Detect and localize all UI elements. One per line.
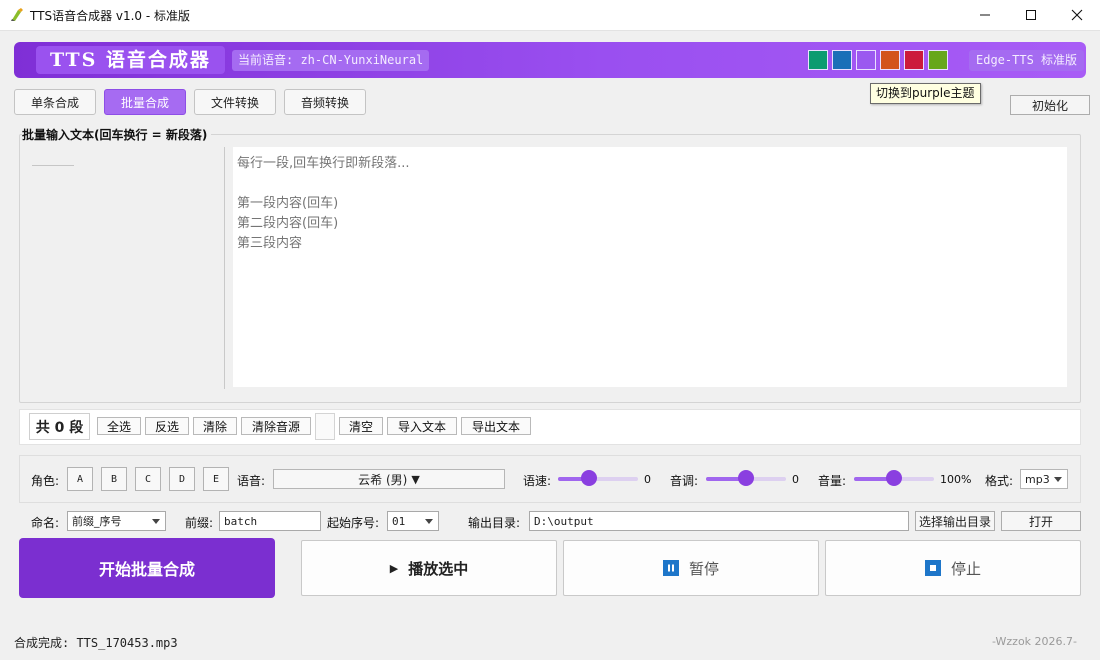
naming-label: 命名: (31, 516, 60, 530)
volume-value: 100% (940, 473, 972, 486)
credit-text: -Wzzok 2026.7- (992, 635, 1078, 648)
start-index-label: 起始序号: (327, 516, 380, 530)
maximize-icon (1026, 10, 1036, 20)
header-banner: TTS 语音合成器 当前语音: zh-CN-YunxiNeural Edge-T… (14, 42, 1086, 78)
init-button[interactable]: 初始化 (1010, 95, 1090, 115)
start-index-select[interactable]: 01 (387, 511, 439, 531)
close-icon (1071, 9, 1083, 21)
export-text-button[interactable]: 导出文本 (461, 417, 531, 435)
gutter-divider (32, 165, 74, 166)
role-b-button[interactable]: B (101, 467, 127, 491)
app-name-title: TTS 语音合成器 (36, 46, 225, 74)
close-button[interactable] (1054, 0, 1100, 30)
role-d-button[interactable]: D (169, 467, 195, 491)
choose-output-button[interactable]: 选择输出目录 (915, 511, 995, 531)
clear-button[interactable]: 清除 (193, 417, 237, 435)
stop-icon (924, 560, 941, 576)
chevron-down-icon (152, 519, 160, 524)
maximize-button[interactable] (1008, 0, 1054, 30)
tab-audio-convert[interactable]: 音频转换 (284, 89, 366, 115)
minimize-icon (980, 14, 990, 16)
volume-slider-thumb[interactable] (886, 470, 902, 486)
theme-swatch-blue[interactable] (832, 50, 852, 70)
naming-mode-select[interactable]: 前缀_序号 (67, 511, 166, 531)
triangle-down-icon: ▼ (411, 472, 420, 486)
clear-voice-source-button[interactable]: 清除音源 (241, 417, 311, 435)
invert-selection-button[interactable]: 反选 (145, 417, 189, 435)
speed-slider-track[interactable] (558, 477, 638, 481)
format-select-value: mp3 (1025, 472, 1050, 486)
voice-label: 语音: (237, 474, 266, 488)
stop-button[interactable]: 停止 (825, 540, 1081, 596)
role-e-button[interactable]: E (203, 467, 229, 491)
minimize-button[interactable] (962, 0, 1008, 30)
speed-slider-thumb[interactable] (581, 470, 597, 486)
role-label: 角色: (31, 474, 60, 488)
play-icon: ▶ (389, 561, 399, 575)
tab-single[interactable]: 单条合成 (14, 89, 96, 115)
output-dir-input[interactable]: D:\output (529, 511, 909, 531)
app-logo-icon (9, 7, 25, 23)
voice-select-value: 云希 (男) (358, 472, 408, 487)
pause-icon (662, 560, 679, 576)
batch-text-group-label: 批量输入文本(回车换行 = 新段落) (22, 126, 212, 143)
tab-batch[interactable]: 批量合成 (104, 89, 186, 115)
pause-button[interactable]: 暂停 (563, 540, 819, 596)
prefix-label: 前缀: (185, 516, 214, 530)
play-selected-button[interactable]: ▶ 播放选中 (301, 540, 557, 596)
segment-count: 共 0 段 (29, 413, 90, 440)
status-message: 合成完成: TTS_170453.mp3 (14, 636, 178, 650)
play-selected-label: 播放选中 (408, 559, 469, 578)
speed-label: 语速: (523, 474, 552, 488)
speed-value: 0 (644, 473, 651, 486)
window-title: TTS语音合成器 v1.0 - 标准版 (30, 9, 191, 23)
theme-tooltip: 切换到purple主题 (870, 83, 981, 104)
open-folder-button[interactable]: 打开 (1001, 511, 1081, 531)
tab-file-convert[interactable]: 文件转换 (194, 89, 276, 115)
start-index-value: 01 (392, 514, 406, 528)
pitch-slider-thumb[interactable] (738, 470, 754, 486)
format-label: 格式: (985, 474, 1014, 488)
role-a-button[interactable]: A (67, 467, 93, 491)
theme-swatch-red[interactable] (904, 50, 924, 70)
theme-swatch-teal[interactable] (808, 50, 828, 70)
theme-swatch-green[interactable] (928, 50, 948, 70)
pause-label: 暂停 (688, 559, 719, 578)
format-select[interactable]: mp3 (1020, 469, 1068, 489)
start-batch-button[interactable]: 开始批量合成 (19, 538, 275, 598)
empty-button[interactable]: 清空 (339, 417, 383, 435)
import-text-button[interactable]: 导入文本 (387, 417, 457, 435)
chevron-down-icon (425, 519, 433, 524)
voice-select[interactable]: 云希 (男) ▼ (273, 469, 505, 489)
batch-text-input[interactable] (233, 147, 1067, 387)
theme-swatch-purple[interactable] (856, 50, 876, 70)
line-number-gutter (20, 147, 225, 389)
output-dir-label: 输出目录: (468, 516, 521, 530)
segment-spacer (315, 413, 335, 440)
title-bar: TTS语音合成器 v1.0 - 标准版 (0, 0, 1100, 30)
chevron-down-icon (1054, 477, 1062, 482)
edition-badge: Edge-TTS 标准版 (969, 50, 1085, 71)
volume-label: 音量: (818, 474, 847, 488)
current-voice-label: 当前语音: zh-CN-YunxiNeural (232, 50, 430, 71)
role-c-button[interactable]: C (135, 467, 161, 491)
pitch-value: 0 (792, 473, 799, 486)
theme-swatch-orange[interactable] (880, 50, 900, 70)
stop-label: 停止 (950, 559, 981, 578)
prefix-input[interactable]: batch (219, 511, 321, 531)
naming-mode-value: 前缀_序号 (72, 515, 122, 528)
select-all-button[interactable]: 全选 (97, 417, 141, 435)
pitch-label: 音调: (670, 474, 699, 488)
